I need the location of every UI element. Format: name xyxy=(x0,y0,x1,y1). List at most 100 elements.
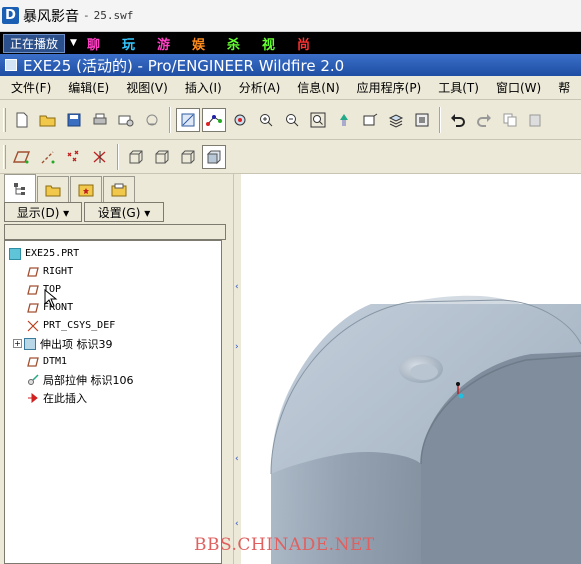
datum-origin-marker xyxy=(458,393,464,399)
datum-axis-display-icon[interactable] xyxy=(36,145,60,169)
datum-plane-icon xyxy=(27,356,39,368)
open-folder-icon[interactable] xyxy=(36,108,60,132)
mouse-cursor-icon xyxy=(44,289,58,308)
refit-icon[interactable] xyxy=(306,108,330,132)
toolbar-grip[interactable] xyxy=(3,144,6,169)
favorites-icon[interactable] xyxy=(70,176,102,202)
new-file-icon[interactable] xyxy=(10,108,34,132)
tree-item-right[interactable]: RIGHT xyxy=(27,263,73,280)
paste-icon[interactable] xyxy=(524,108,548,132)
shaded-model xyxy=(270,295,581,564)
tree-item-label: 局部拉伸 标识106 xyxy=(43,373,134,387)
nav-link-fashion[interactable]: 尚 xyxy=(297,34,310,53)
model-tree: EXE25.PRT RIGHT TOP FRONT PRT_CSYS_DEF +… xyxy=(4,240,222,564)
undo-icon[interactable] xyxy=(446,108,470,132)
tree-item-label: RIGHT xyxy=(43,266,74,277)
watermark-text: BBS.CHINADE.NET xyxy=(194,535,375,555)
datum-plane-display-icon[interactable] xyxy=(10,145,34,169)
coordinate-system-icon xyxy=(27,320,39,332)
menu-tools[interactable]: 工具(T) xyxy=(427,79,485,96)
nav-link-entertainment[interactable]: 娱 xyxy=(192,34,205,53)
spin-center-icon[interactable] xyxy=(202,107,226,132)
graphics-window[interactable] xyxy=(241,174,581,564)
menu-bar: 文件(F) 编辑(E) 视图(V) 插入(I) 分析(A) 信息(N) 应用程序… xyxy=(0,76,581,100)
model-tree-icon[interactable] xyxy=(4,174,36,202)
menu-window[interactable]: 窗口(W) xyxy=(485,79,547,96)
nav-link-play[interactable]: 玩 xyxy=(122,34,135,53)
nav-link-games[interactable]: 游 xyxy=(157,34,170,53)
toolbar-separator xyxy=(117,143,119,170)
tree-item-part[interactable]: EXE25.PRT xyxy=(9,245,79,262)
tree-item-label: DTM1 xyxy=(43,356,68,367)
nav-link-video[interactable]: 视 xyxy=(262,34,275,53)
hidden-line-icon[interactable] xyxy=(150,145,174,169)
menu-view[interactable]: 视图(V) xyxy=(115,79,174,96)
menu-analysis[interactable]: 分析(A) xyxy=(228,79,287,96)
repaint-icon[interactable] xyxy=(176,107,200,132)
connections-icon[interactable] xyxy=(103,176,135,202)
nav-link-chat[interactable]: 聊 xyxy=(87,34,100,53)
panel-splitter[interactable]: ‹ › ‹ ‹ xyxy=(233,174,241,564)
now-playing-dropdown-icon[interactable]: ▼ xyxy=(70,38,77,48)
tree-item-dtm1[interactable]: DTM1 xyxy=(27,353,67,370)
collapse-arrow-icon[interactable]: ‹ xyxy=(235,282,239,292)
panel-tabs xyxy=(4,174,136,202)
tree-item-label: PRT_CSYS_DEF xyxy=(43,320,116,331)
no-hidden-icon[interactable] xyxy=(176,145,200,169)
copy-icon[interactable] xyxy=(498,108,522,132)
toolbar-separator xyxy=(439,106,441,133)
view-manager-icon[interactable] xyxy=(410,108,434,132)
menu-applications[interactable]: 应用程序(P) xyxy=(346,79,428,96)
collapse-arrow-icon[interactable]: ‹ xyxy=(235,454,239,464)
nav-link-antivirus[interactable]: 杀 xyxy=(227,34,240,53)
player-title-bar: D 暴风影音 - 25.swf xyxy=(0,0,581,32)
saved-views-icon[interactable] xyxy=(358,108,382,132)
tree-scrollbar[interactable] xyxy=(224,240,233,564)
expand-icon[interactable]: + xyxy=(13,339,22,348)
datum-plane-icon xyxy=(27,266,39,278)
menu-edit[interactable]: 编辑(E) xyxy=(57,79,115,96)
orient-icon[interactable] xyxy=(228,108,252,132)
main-toolbar xyxy=(0,100,581,140)
shading-icon[interactable] xyxy=(202,144,226,169)
proe-title-bar: EXE25 (活动的) - Pro/ENGINEER Wildfire 2.0 xyxy=(0,54,581,76)
folder-browser-icon[interactable] xyxy=(37,176,69,202)
datum-point-marker xyxy=(456,382,460,386)
insert-here-icon xyxy=(27,392,39,404)
player-nav-bar: 正在播放 ▼ 聊 玩 游 娱 杀 视 尚 xyxy=(0,32,581,54)
menu-insert[interactable]: 插入(I) xyxy=(174,79,228,96)
layers-icon[interactable] xyxy=(384,108,408,132)
wireframe-icon[interactable] xyxy=(124,145,148,169)
toolbar-grip[interactable] xyxy=(3,107,6,132)
window-title: EXE25 (活动的) - Pro/ENGINEER Wildfire 2.0 xyxy=(23,56,345,75)
datum-toolbar xyxy=(0,140,581,174)
menu-info[interactable]: 信息(N) xyxy=(286,79,345,96)
save-icon[interactable] xyxy=(62,108,86,132)
tree-item-insert-here[interactable]: 在此插入 xyxy=(27,389,87,406)
coordinate-system-display-icon[interactable] xyxy=(88,145,112,169)
tree-item-label: EXE25.PRT xyxy=(25,248,80,259)
menu-file[interactable]: 文件(F) xyxy=(0,79,57,96)
send-mail-icon[interactable] xyxy=(114,108,138,132)
datum-point-display-icon[interactable] xyxy=(62,145,86,169)
now-playing-button[interactable]: 正在播放 xyxy=(3,33,66,53)
display-dropdown[interactable]: 显示(D) ▾ xyxy=(4,202,82,222)
zoom-in-icon[interactable] xyxy=(254,108,278,132)
collapse-arrow-icon[interactable]: ‹ xyxy=(235,519,239,529)
print-icon[interactable] xyxy=(88,108,112,132)
tree-item-local-push[interactable]: 局部拉伸 标识106 xyxy=(27,371,134,388)
regenerate-icon[interactable] xyxy=(140,108,164,132)
settings-dropdown[interactable]: 设置(G) ▾ xyxy=(84,202,164,222)
tree-item-csys[interactable]: PRT_CSYS_DEF xyxy=(27,317,115,334)
tree-item-extrude[interactable]: + 伸出项 标识39 xyxy=(13,335,113,352)
redo-icon[interactable] xyxy=(472,108,496,132)
part-icon xyxy=(9,247,21,260)
navigator-panel: 显示(D) ▾ 设置(G) ▾ EXE25.PRT RIGHT TOP FRON… xyxy=(0,174,233,564)
menu-help[interactable]: 帮 xyxy=(547,79,576,96)
tree-filter-bar[interactable] xyxy=(4,224,226,240)
reorient-icon[interactable] xyxy=(332,108,356,132)
zoom-out-icon[interactable] xyxy=(280,108,304,132)
player-file-name: 25.swf xyxy=(93,9,134,22)
expand-arrow-icon[interactable]: › xyxy=(235,342,239,352)
window-icon xyxy=(5,59,17,71)
